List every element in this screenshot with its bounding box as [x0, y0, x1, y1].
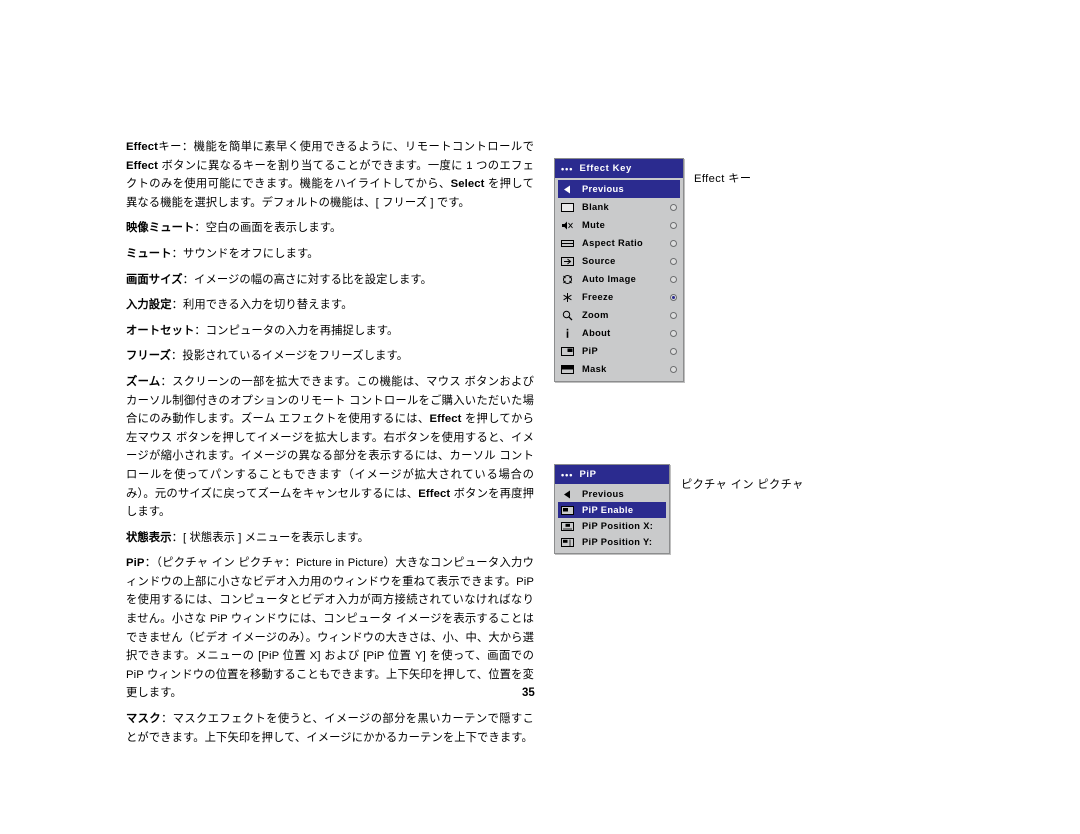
- menu-item-label: About: [582, 328, 611, 338]
- paragraph-blank: 映像ミュート：空白の画面を表示します。: [126, 222, 342, 235]
- magnifier-icon: [560, 309, 575, 322]
- pip-menu-item-pip-enable[interactable]: PiP Enable: [558, 502, 666, 518]
- radio-indicator-selected[interactable]: [670, 293, 677, 301]
- menu-item-label: PiP Enable: [582, 505, 634, 515]
- paragraph-auto-image: オートセット：コンピュータの入力を再捕捉します。: [126, 324, 399, 337]
- pip-position-y-icon: [560, 536, 575, 549]
- pip-menu-titlebar: ••• PiP: [555, 465, 669, 484]
- mute-speaker-icon: [560, 219, 575, 232]
- paragraph-aspect-ratio: 画面サイズ：イメージの幅の高さに対する比を設定します。: [126, 273, 433, 286]
- menu-item-blank[interactable]: Blank: [558, 198, 680, 216]
- menu-item-label: Mask: [582, 364, 607, 374]
- radio-indicator[interactable]: [670, 203, 677, 211]
- radio-indicator[interactable]: [670, 239, 677, 247]
- paragraph-mute: ミュート：サウンドをオフにします。: [126, 247, 319, 260]
- pip-menu[interactable]: ••• PiP Previous PiP Enable PiP Position…: [554, 464, 670, 554]
- menu-item-label: Previous: [582, 184, 625, 194]
- menu-item-pip[interactable]: PiP: [558, 342, 680, 360]
- mask-icon: [560, 363, 575, 376]
- menu-item-zoom[interactable]: Zoom: [558, 306, 680, 324]
- pip-position-x-icon: [560, 520, 575, 533]
- paragraph-about: 状態表示：[ 状態表示 ] メニューを表示します。: [126, 531, 370, 544]
- paragraph-pip: PiP：（ピクチャ イン ピクチャ：Picture in Picture）大きな…: [126, 557, 534, 700]
- paragraph-freeze: フリーズ：投影されているイメージをフリーズします。: [126, 350, 409, 363]
- menu-item-label: PiP Position Y:: [582, 537, 653, 547]
- menu-item-label: Previous: [582, 489, 625, 499]
- pip-menu-title: PiP: [579, 469, 597, 480]
- menu-item-mask[interactable]: Mask: [558, 360, 680, 378]
- menu-item-label: PiP: [582, 346, 599, 356]
- paragraph-source: 入力設定：利用できる入力を切り替えます。: [126, 299, 353, 312]
- menu-item-label: Source: [582, 256, 616, 266]
- pip-menu-body: Previous PiP Enable PiP Position X: PiP …: [555, 484, 669, 553]
- radio-indicator[interactable]: [670, 275, 677, 283]
- menu-item-label: Mute: [582, 220, 606, 230]
- pip-menu-item-previous[interactable]: Previous: [558, 486, 666, 502]
- effect-key-caption: Effect キー: [694, 173, 752, 185]
- menu-dots-icon: •••: [561, 163, 574, 174]
- left-arrow-icon: [560, 183, 575, 196]
- aspect-ratio-icon: [560, 237, 575, 250]
- freeze-snowflake-icon: [560, 291, 575, 304]
- pip-menu-item-position-x[interactable]: PiP Position X:: [558, 518, 666, 534]
- blank-screen-icon: [560, 201, 575, 214]
- effect-key-menu-title: Effect Key: [579, 163, 632, 174]
- pip-enable-icon: [560, 504, 575, 517]
- menu-dots-icon: •••: [561, 469, 574, 480]
- info-icon: [560, 327, 575, 340]
- pip-menu-item-position-y[interactable]: PiP Position Y:: [558, 534, 666, 550]
- menu-item-mute[interactable]: Mute: [558, 216, 680, 234]
- page-number: 35: [522, 687, 535, 699]
- menu-item-previous[interactable]: Previous: [558, 180, 680, 198]
- document-page: Effectキー：機能を簡単に素早く使用できるように、リモートコントロールでEf…: [0, 0, 1080, 834]
- menu-item-label: Blank: [582, 202, 610, 212]
- body-text-column: Effectキー：機能を簡単に素早く使用できるように、リモートコントロールでEf…: [126, 138, 534, 749]
- auto-image-icon: [560, 273, 575, 286]
- menu-item-auto-image[interactable]: Auto Image: [558, 270, 680, 288]
- source-arrow-icon: [560, 255, 575, 268]
- menu-item-about[interactable]: About: [558, 324, 680, 342]
- paragraph-zoom: ズーム：スクリーンの一部を拡大できます。この機能は、マウス ボタンおよびカーソル…: [126, 375, 534, 519]
- effect-key-menu-titlebar: ••• Effect Key: [555, 159, 683, 178]
- menu-item-label: Zoom: [582, 310, 609, 320]
- menu-item-label: PiP Position X:: [582, 521, 654, 531]
- menu-item-source[interactable]: Source: [558, 252, 680, 270]
- paragraph-effect-key: Effectキー：機能を簡単に素早く使用できるように、リモートコントロールでEf…: [126, 141, 534, 209]
- paragraph-mask: マスク：マスクエフェクトを使うと、イメージの部分を黒いカーテンで隠すことができま…: [126, 713, 534, 744]
- menu-item-label: Freeze: [582, 292, 614, 302]
- radio-indicator[interactable]: [670, 257, 677, 265]
- left-arrow-icon: [560, 488, 575, 501]
- radio-indicator[interactable]: [670, 221, 677, 229]
- effect-key-menu-body: Previous Blank Mute Aspect Ratio Source …: [555, 178, 683, 381]
- pip-caption: ピクチャ イン ピクチャ: [681, 479, 804, 491]
- menu-item-label: Auto Image: [582, 274, 637, 284]
- pip-icon: [560, 345, 575, 358]
- radio-indicator[interactable]: [670, 347, 677, 355]
- menu-item-label: Aspect Ratio: [582, 238, 644, 248]
- menu-item-freeze[interactable]: Freeze: [558, 288, 680, 306]
- radio-indicator[interactable]: [670, 329, 677, 337]
- effect-key-menu[interactable]: ••• Effect Key Previous Blank Mute Aspec…: [554, 158, 684, 382]
- radio-indicator[interactable]: [670, 365, 677, 373]
- radio-indicator[interactable]: [670, 311, 677, 319]
- menu-item-aspect-ratio[interactable]: Aspect Ratio: [558, 234, 680, 252]
